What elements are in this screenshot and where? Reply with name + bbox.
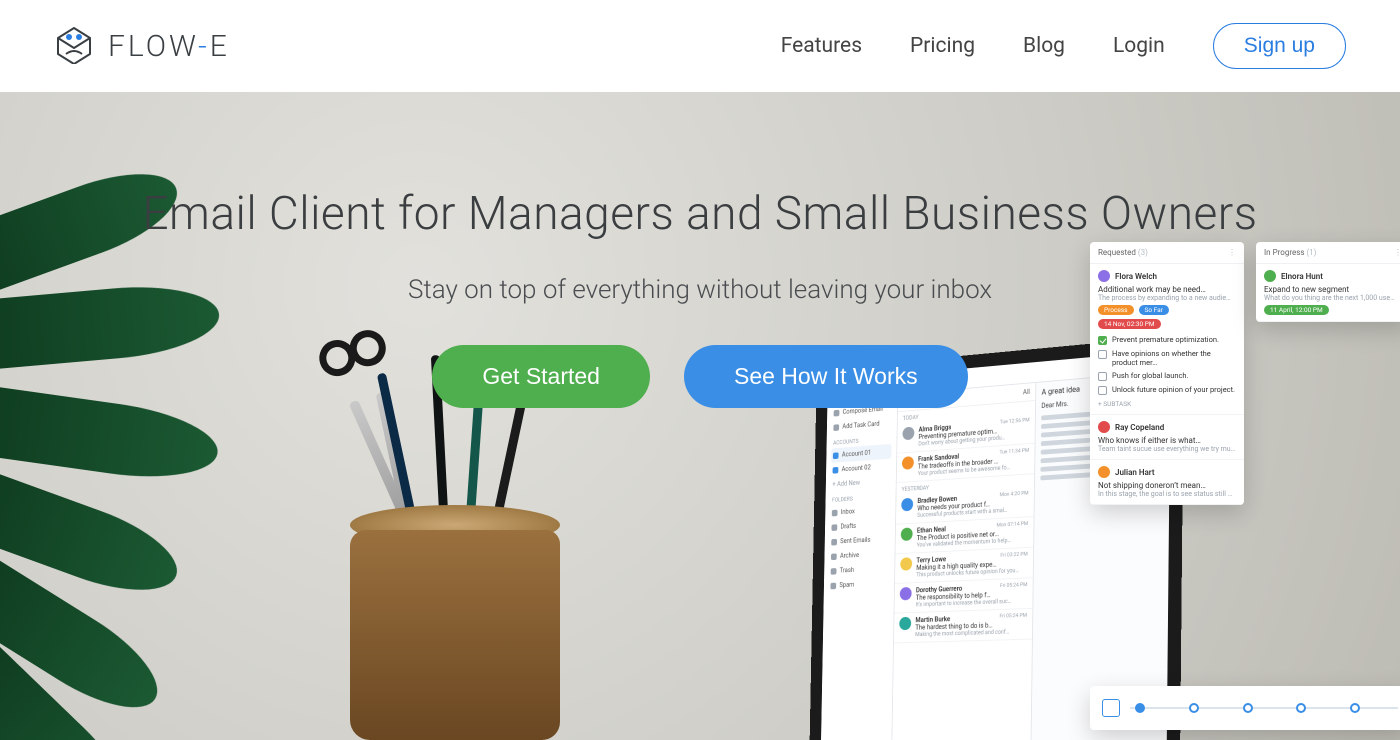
hero: Email Client for Managers and Small Busi… [0, 92, 1400, 740]
nav-pricing[interactable]: Pricing [910, 34, 975, 58]
signup-button[interactable]: Sign up [1213, 23, 1346, 69]
nav-blog[interactable]: Blog [1023, 34, 1065, 58]
nav-login[interactable]: Login [1113, 34, 1165, 58]
hero-subhead: Stay on top of everything without leavin… [0, 275, 1400, 305]
hero-headline: Email Client for Managers and Small Busi… [0, 187, 1400, 241]
hero-copy: Email Client for Managers and Small Busi… [0, 187, 1400, 408]
brand[interactable]: FLOW-E [54, 24, 230, 68]
nav-links: Features Pricing Blog Login Sign up [781, 23, 1346, 69]
brand-name: FLOW-E [108, 29, 230, 64]
brand-logo-icon [54, 24, 94, 68]
top-nav: FLOW-E Features Pricing Blog Login Sign … [0, 0, 1400, 92]
see-how-it-works-button[interactable]: See How It Works [684, 345, 968, 408]
get-started-button[interactable]: Get Started [432, 345, 650, 408]
nav-features[interactable]: Features [781, 34, 862, 58]
